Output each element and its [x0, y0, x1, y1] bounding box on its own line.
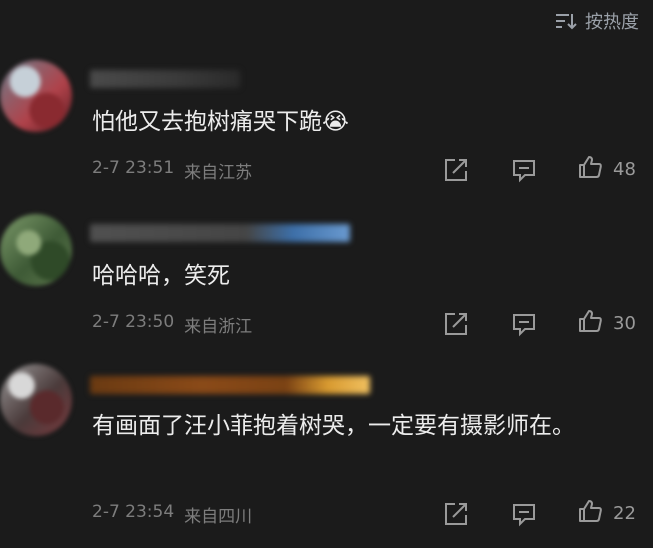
reply-icon[interactable] [511, 501, 537, 527]
comment-text: 哈哈哈，笑死 [92, 263, 230, 289]
reply-icon[interactable] [511, 157, 537, 183]
username[interactable] [90, 376, 370, 394]
thumbs-up-icon [577, 498, 603, 529]
like-count: 22 [613, 503, 636, 524]
avatar[interactable] [0, 214, 72, 286]
reply-icon[interactable] [511, 311, 537, 337]
share-icon[interactable] [443, 157, 469, 183]
comment-actions: 30 [443, 308, 639, 339]
comment-meta: 2-7 23:51 来自江苏 [92, 158, 252, 183]
comment-location: 来自四川 [184, 507, 253, 527]
like-button[interactable]: 22 [577, 498, 639, 529]
thumbs-up-icon [577, 308, 603, 339]
sort-toggle[interactable]: 按热度 [555, 8, 639, 34]
comment-meta: 2-7 23:54 来自四川 [92, 502, 252, 527]
share-icon[interactable] [443, 501, 469, 527]
like-button[interactable]: 30 [577, 308, 639, 339]
avatar[interactable] [0, 60, 72, 132]
comment-text: 有画面了汪小菲抱着树哭，一定要有摄影师在。 [92, 413, 575, 439]
comment-actions: 22 [443, 498, 639, 529]
like-button[interactable]: 48 [577, 154, 639, 185]
comment-date: 2-7 23:50 [92, 312, 175, 332]
sort-icon [555, 12, 577, 30]
comment-location: 来自江苏 [184, 163, 253, 183]
avatar[interactable] [0, 364, 72, 436]
like-count: 48 [613, 159, 636, 180]
comment-date: 2-7 23:54 [92, 502, 175, 522]
username[interactable] [90, 70, 240, 88]
thumbs-up-icon [577, 154, 603, 185]
comment-actions: 48 [443, 154, 639, 185]
comment-text: 怕他又去抱树痛哭下跪😭 [92, 109, 349, 135]
sort-label: 按热度 [585, 12, 639, 33]
like-count: 30 [613, 313, 636, 334]
share-icon[interactable] [443, 311, 469, 337]
username[interactable] [90, 224, 350, 242]
comment-meta: 2-7 23:50 来自浙江 [92, 312, 252, 337]
comment-location: 来自浙江 [184, 317, 253, 337]
comment-date: 2-7 23:51 [92, 158, 175, 178]
